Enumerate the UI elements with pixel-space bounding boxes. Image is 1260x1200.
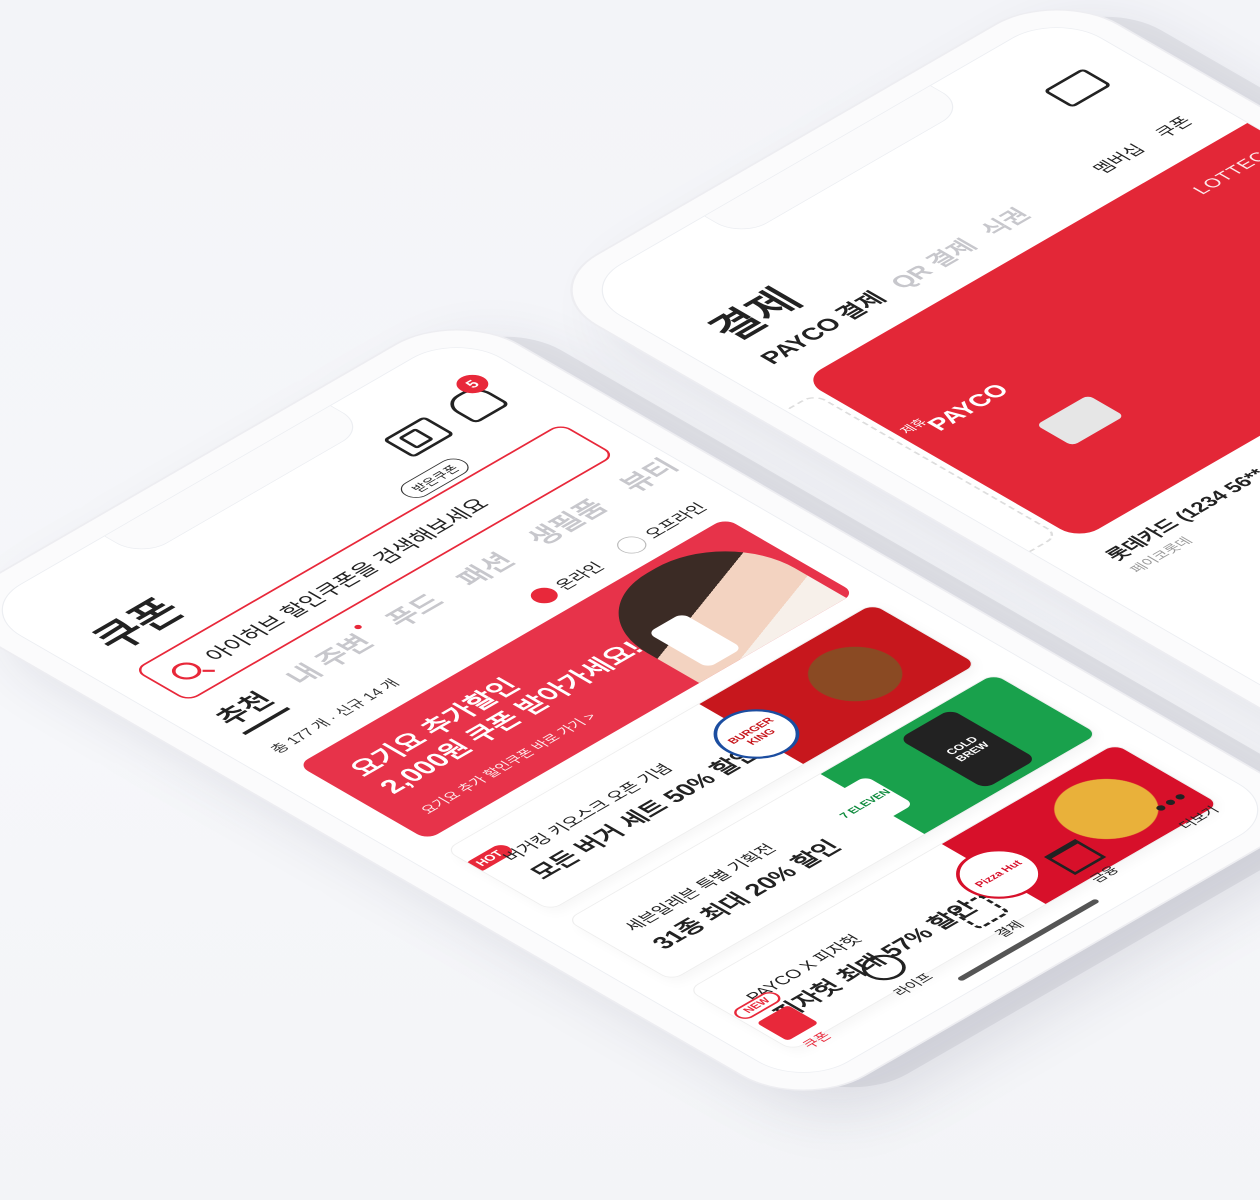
check-icon [610,532,653,557]
nav-pay[interactable]: 결제 [948,894,1034,943]
chevron-down-icon[interactable]: ⌄ [679,428,737,461]
tab-fashion[interactable]: 패션 [445,546,531,596]
membership-link[interactable]: 멤버십 [1086,140,1152,178]
card-brand: LOTTECARD [1188,128,1260,198]
my-coupon-icon[interactable] [382,416,456,459]
nav-more[interactable]: ••• 더보기 [1141,784,1224,832]
payco-logo: PAYCO [921,380,1016,435]
phone-notch [100,403,369,559]
tab-meal-ticket[interactable]: 식권 [969,201,1038,241]
online-label: 온라인 [551,559,609,593]
search-icon [165,659,208,684]
7eleven-logo: 7 ELEVEN [817,775,915,832]
bell-icon[interactable]: 5 [441,371,511,425]
card-chip [1036,395,1125,447]
tab-beauty-visible[interactable]: 뷰티 [608,452,694,502]
coupon-link[interactable]: 쿠폰 [1148,112,1199,142]
check-icon [524,584,563,607]
cold-brew-can: COLD BREW [898,708,1038,789]
header-actions: 5 [381,371,511,459]
nav-finance[interactable]: 금융 [1043,839,1129,888]
nav-coupon[interactable]: NEW 쿠폰 [729,989,841,1054]
notification-badge: 5 [449,371,495,398]
next-card-peek [1221,93,1260,134]
card-menu-icon[interactable] [1042,68,1113,109]
tab-recommend[interactable]: 추천 [203,685,291,736]
nav-life[interactable]: 라이프 [851,949,938,999]
phone-notch [700,83,969,239]
tab-food[interactable]: 푸드 [374,587,460,637]
